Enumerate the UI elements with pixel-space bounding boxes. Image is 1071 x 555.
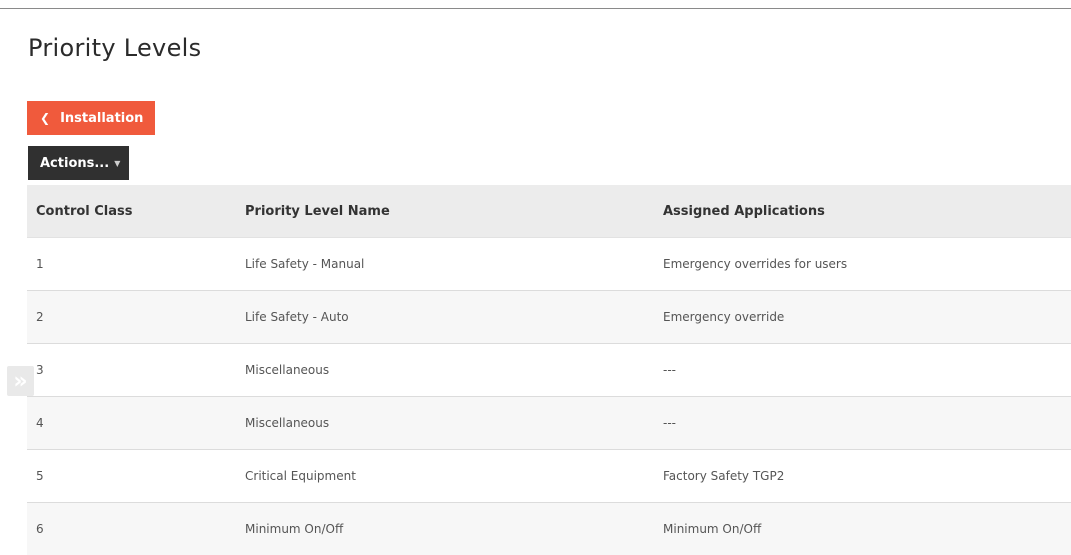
assigned-applications-cell: --- bbox=[663, 363, 676, 377]
priority-levels-table: Control Class Priority Level Name Assign… bbox=[27, 185, 1071, 555]
assigned-applications-cell: --- bbox=[663, 416, 676, 430]
actions-dropdown-button[interactable]: Actions... ▼ bbox=[28, 146, 129, 180]
priority-level-name-cell: Miscellaneous bbox=[245, 363, 330, 377]
table-header-row: Control Class Priority Level Name Assign… bbox=[27, 185, 1071, 238]
assigned-applications-cell: Emergency override bbox=[663, 310, 785, 324]
page-title: Priority Levels bbox=[28, 34, 202, 62]
table-row[interactable]: 1 Life Safety - Manual Emergency overrid… bbox=[27, 238, 1071, 291]
priority-level-name-cell: Life Safety - Auto bbox=[245, 310, 349, 324]
control-class-cell: 1 bbox=[36, 257, 44, 271]
assigned-applications-cell: Factory Safety TGP2 bbox=[663, 469, 785, 483]
priority-level-name-cell: Life Safety - Manual bbox=[245, 257, 365, 271]
double-chevron-right-icon: » bbox=[13, 368, 28, 394]
column-header-control-class[interactable]: Control Class bbox=[36, 185, 133, 237]
control-class-cell: 5 bbox=[36, 469, 44, 483]
caret-down-icon: ▼ bbox=[114, 158, 121, 168]
page: Priority Levels ❮ Installation Actions..… bbox=[0, 0, 1071, 555]
sidebar-expand-toggle[interactable]: » bbox=[7, 366, 34, 396]
back-to-installation-button[interactable]: ❮ Installation bbox=[27, 101, 155, 135]
chevron-left-icon: ❮ bbox=[40, 111, 51, 125]
control-class-cell: 2 bbox=[36, 310, 44, 324]
column-header-assigned-applications[interactable]: Assigned Applications bbox=[663, 185, 825, 237]
control-class-cell: 3 bbox=[36, 363, 44, 377]
table-row[interactable]: 2 Life Safety - Auto Emergency override bbox=[27, 291, 1071, 344]
priority-level-name-cell: Minimum On/Off bbox=[245, 522, 344, 536]
assigned-applications-cell: Emergency overrides for users bbox=[663, 257, 848, 271]
control-class-cell: 6 bbox=[36, 522, 44, 536]
actions-button-label: Actions... bbox=[40, 155, 110, 171]
back-button-label: Installation bbox=[60, 110, 144, 126]
table-row[interactable]: 6 Minimum On/Off Minimum On/Off bbox=[27, 503, 1071, 555]
assigned-applications-cell: Minimum On/Off bbox=[663, 522, 762, 536]
priority-level-name-cell: Miscellaneous bbox=[245, 416, 330, 430]
priority-level-name-cell: Critical Equipment bbox=[245, 469, 356, 483]
column-header-priority-level-name[interactable]: Priority Level Name bbox=[245, 185, 390, 237]
table-row[interactable]: 5 Critical Equipment Factory Safety TGP2 bbox=[27, 450, 1071, 503]
table-row[interactable]: 4 Miscellaneous --- bbox=[27, 397, 1071, 450]
control-class-cell: 4 bbox=[36, 416, 44, 430]
table-row[interactable]: 3 Miscellaneous --- bbox=[27, 344, 1071, 397]
top-divider bbox=[0, 8, 1071, 9]
